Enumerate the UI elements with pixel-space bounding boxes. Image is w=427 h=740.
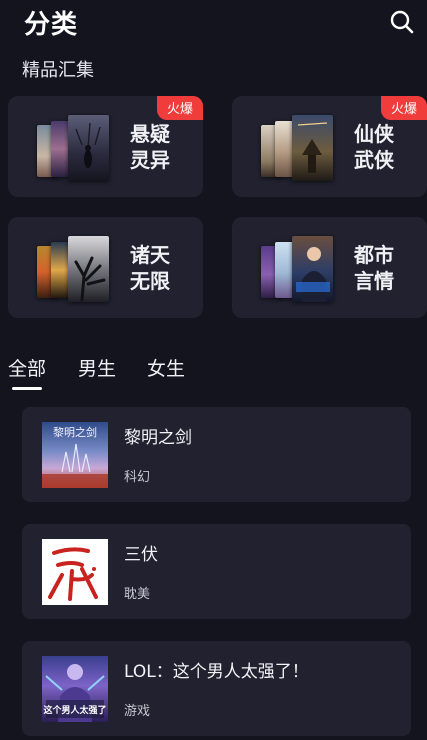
book-title: LOL：这个男人太强了！ xyxy=(124,662,309,682)
hot-badge: 火爆 xyxy=(380,96,427,120)
cover-stack xyxy=(37,236,111,302)
cover-art xyxy=(296,247,330,302)
svg-text:黎明之剑: 黎明之剑 xyxy=(53,425,97,439)
cover-art xyxy=(75,122,101,168)
search-icon[interactable] xyxy=(389,9,415,35)
svg-text:这个男人太强了: 这个男人太强了 xyxy=(43,704,106,716)
tab-female[interactable]: 女生 xyxy=(147,354,185,381)
tab-male[interactable]: 男生 xyxy=(78,354,116,381)
category-name: 仙侠 武侠 xyxy=(354,122,394,172)
category-name: 悬疑 灵异 xyxy=(130,122,170,172)
cover-art: 这个男人太强了 xyxy=(43,664,107,722)
category-name: 都市 言情 xyxy=(354,243,394,293)
cover-stack xyxy=(261,115,335,181)
cover-art: 黎明之剑 xyxy=(42,425,108,488)
book-genre: 游戏 xyxy=(124,704,151,719)
book-cover: 黎明之剑 xyxy=(42,422,108,488)
book-title: 三伏 xyxy=(124,545,158,565)
category-page: 分类 精品汇集 悬疑 灵异 火爆 仙侠 武侠 火爆 诸天 无限 都市 言情 全部… xyxy=(0,0,427,740)
cover-art xyxy=(48,547,98,601)
cover-stack xyxy=(261,236,335,302)
page-title: 分类 xyxy=(24,10,79,40)
cover-art xyxy=(74,256,106,302)
tab-all[interactable]: 全部 xyxy=(8,354,46,381)
active-tab-indicator xyxy=(12,387,42,390)
book-genre: 科幻 xyxy=(124,470,151,485)
book-title: 黎明之剑 xyxy=(124,428,192,448)
book-item[interactable]: 这个男人太强了 LOL：这个男人太强了！ 游戏 xyxy=(22,641,411,736)
category-name: 诸天 无限 xyxy=(130,243,170,293)
book-cover: 这个男人太强了 xyxy=(42,656,108,722)
hot-badge: 火爆 xyxy=(156,96,203,120)
cover-stack xyxy=(37,115,111,181)
category-card-xianxia[interactable]: 仙侠 武侠 火爆 xyxy=(232,96,427,197)
category-card-infinite[interactable]: 诸天 无限 xyxy=(8,217,203,318)
cover-art xyxy=(297,122,328,173)
book-cover xyxy=(42,539,108,605)
category-card-urban[interactable]: 都市 言情 xyxy=(232,217,427,318)
category-card-suspense[interactable]: 悬疑 灵异 火爆 xyxy=(8,96,203,197)
book-genre: 耽美 xyxy=(124,587,151,602)
book-item[interactable]: 三伏 耽美 xyxy=(22,524,411,619)
featured-section-title: 精品汇集 xyxy=(22,60,94,81)
book-item[interactable]: 黎明之剑 黎明之剑 科幻 xyxy=(22,407,411,502)
